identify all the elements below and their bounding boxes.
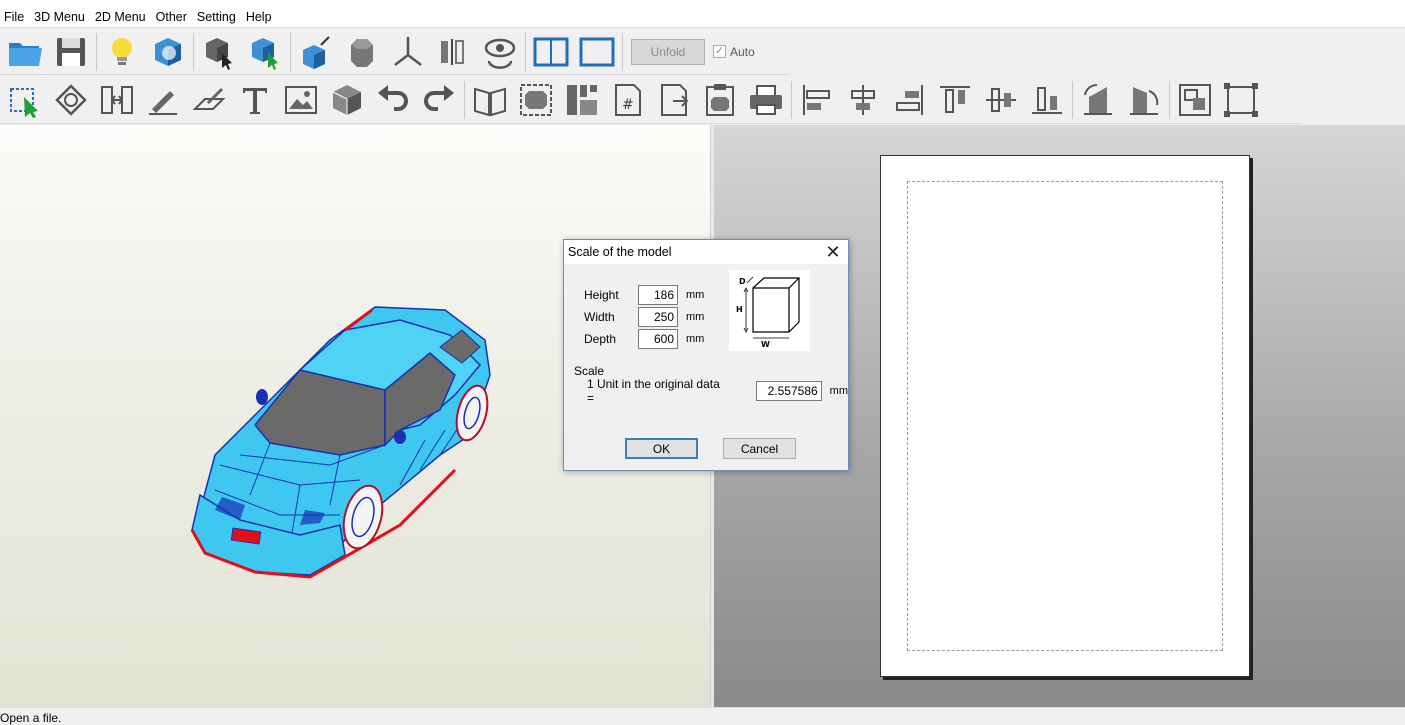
- scale-label: Scale: [574, 364, 605, 378]
- menu-help[interactable]: Help: [242, 0, 276, 28]
- width-input[interactable]: 250: [638, 307, 678, 327]
- cube-edge-icon[interactable]: [293, 30, 339, 74]
- unfold-button[interactable]: Unfold: [631, 38, 705, 65]
- rotate-right-icon[interactable]: [1121, 78, 1167, 122]
- fold-line-icon[interactable]: [186, 78, 232, 122]
- ungroup-icon[interactable]: [1218, 78, 1264, 122]
- auto-check-icon[interactable]: ✓: [713, 45, 726, 58]
- single-view-icon[interactable]: [574, 30, 620, 74]
- cylinder-icon[interactable]: [339, 30, 385, 74]
- scale-input[interactable]: 2.557586: [756, 381, 822, 401]
- redo-icon[interactable]: [416, 78, 462, 122]
- depth-label: Depth: [584, 332, 617, 346]
- height-label: Height: [584, 288, 619, 302]
- texture-cube-icon[interactable]: [145, 30, 191, 74]
- light-bulb-icon[interactable]: [99, 30, 145, 74]
- height-unit: mm: [686, 289, 705, 301]
- svg-text:#: #: [622, 97, 634, 113]
- rotate-icon[interactable]: [48, 78, 94, 122]
- height-row: Height 186 mm: [584, 285, 704, 305]
- auto-label: Auto: [730, 44, 755, 59]
- toolbar-separator: [193, 32, 194, 71]
- box-icon[interactable]: [324, 78, 370, 122]
- diagram-d-label: D: [739, 277, 746, 286]
- menu-3d[interactable]: 3D Menu: [30, 0, 89, 28]
- join-icon[interactable]: [94, 78, 140, 122]
- undo-icon[interactable]: [370, 78, 416, 122]
- cancel-button[interactable]: Cancel: [723, 438, 796, 459]
- menu-2d[interactable]: 2D Menu: [91, 0, 150, 28]
- align-right-icon[interactable]: [886, 78, 932, 122]
- toolbar-separator: [1072, 80, 1073, 119]
- paper-sheet: [880, 155, 1250, 677]
- rotate-left-icon[interactable]: [1075, 78, 1121, 122]
- height-input[interactable]: 186: [638, 285, 678, 305]
- diagram-w-label: W: [761, 340, 770, 349]
- scale-dialog: Scale of the model ✕ Height 186 mm Width…: [563, 239, 849, 471]
- toolbar-separator: [96, 32, 97, 71]
- toolbar-separator: [290, 32, 291, 71]
- scale-row: 1 Unit in the original data = 2.557586 m…: [587, 377, 848, 405]
- layout-icon[interactable]: [559, 78, 605, 122]
- dimension-diagram: D H W: [729, 270, 810, 351]
- group-icon[interactable]: [1172, 78, 1218, 122]
- dialog-titlebar[interactable]: Scale of the model ✕: [564, 240, 848, 264]
- scale-unit: mm: [829, 385, 848, 397]
- menu-bar: File 3D Menu 2D Menu Other Setting Help: [0, 0, 1405, 28]
- width-unit: mm: [686, 311, 705, 323]
- print-icon[interactable]: [743, 78, 789, 122]
- clipboard-icon[interactable]: [697, 78, 743, 122]
- toolbar-separator: [525, 32, 526, 71]
- align-bottom-icon[interactable]: [1024, 78, 1070, 122]
- move-select-icon[interactable]: [2, 78, 48, 122]
- open-folder-icon[interactable]: [2, 30, 48, 74]
- fit-icon[interactable]: [513, 78, 559, 122]
- toolbar-separator: [1169, 80, 1170, 119]
- width-label: Width: [584, 310, 615, 324]
- mirror-icon[interactable]: [431, 30, 477, 74]
- diagram-h-label: H: [736, 305, 743, 314]
- save-icon[interactable]: [48, 30, 94, 74]
- print-area: [907, 181, 1223, 651]
- align-top-icon[interactable]: [932, 78, 978, 122]
- auto-checkbox[interactable]: ✓ Auto: [713, 45, 755, 59]
- menu-other[interactable]: Other: [152, 0, 191, 28]
- axis-icon[interactable]: [385, 30, 431, 74]
- edit-line-icon[interactable]: [140, 78, 186, 122]
- image-icon[interactable]: [278, 78, 324, 122]
- ok-button[interactable]: OK: [625, 438, 698, 459]
- toolbar-separator: [791, 80, 792, 119]
- dialog-title: Scale of the model: [568, 245, 672, 259]
- toolbar-separator: [622, 32, 623, 71]
- align-center-icon[interactable]: [840, 78, 886, 122]
- scale-text: 1 Unit in the original data =: [587, 377, 720, 405]
- export-icon[interactable]: [651, 78, 697, 122]
- edit-toolbar: #: [0, 76, 1302, 124]
- depth-input[interactable]: 600: [638, 329, 678, 349]
- main-toolbar: Unfold ✓ Auto: [0, 29, 790, 75]
- select-face-icon[interactable]: [196, 30, 242, 74]
- status-bar: Open a file.: [0, 707, 1405, 725]
- page-number-icon[interactable]: #: [605, 78, 651, 122]
- toolbar-separator: [464, 80, 465, 119]
- status-text: Open a file.: [0, 711, 62, 725]
- align-middle-icon[interactable]: [978, 78, 1024, 122]
- book-icon[interactable]: [467, 78, 513, 122]
- width-row: Width 250 mm: [584, 307, 704, 327]
- view-eye-icon[interactable]: [477, 30, 523, 74]
- depth-unit: mm: [686, 333, 705, 345]
- text-icon[interactable]: [232, 78, 278, 122]
- menu-file[interactable]: File: [0, 0, 28, 28]
- split-view-icon[interactable]: [528, 30, 574, 74]
- depth-row: Depth 600 mm: [584, 329, 704, 349]
- menu-setting[interactable]: Setting: [193, 0, 240, 28]
- align-left-icon[interactable]: [794, 78, 840, 122]
- select-part-icon[interactable]: [242, 30, 288, 74]
- close-icon[interactable]: ✕: [818, 240, 848, 264]
